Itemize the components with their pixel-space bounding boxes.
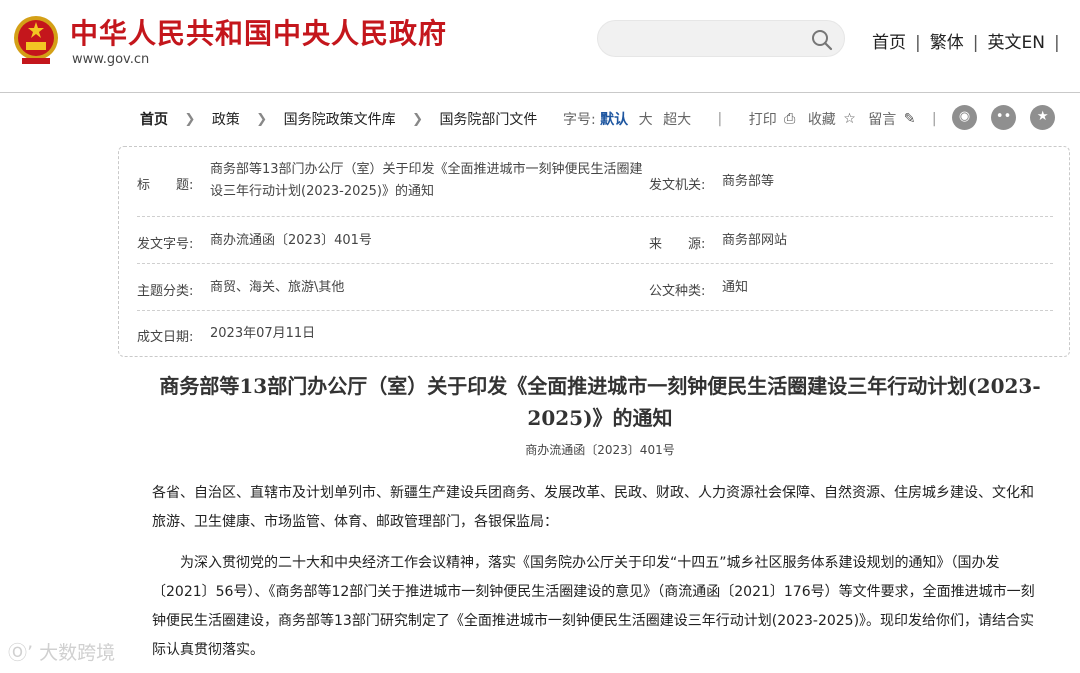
topic-value: 商贸、海关、旅游\其他 xyxy=(210,280,345,295)
breadcrumb-policy-library[interactable]: 国务院政策文件库 xyxy=(284,109,396,129)
watermark: Ⓞ’ 大数跨境 xyxy=(8,642,116,664)
issuer-label: 发文机关: xyxy=(649,178,706,193)
doc-no-label: 发文字号: xyxy=(137,237,194,252)
favorite-button[interactable]: 收藏 xyxy=(808,109,836,129)
comment-button[interactable]: 留言 xyxy=(868,109,896,129)
title-label: 标 题: xyxy=(137,178,194,193)
printer-icon[interactable]: ⎙ xyxy=(784,111,795,127)
wechat-icon[interactable]: •• xyxy=(991,105,1017,130)
info-row-topic: 主题分类: 商贸、海关、旅游\其他 公文种类: 通知 xyxy=(137,264,1053,311)
chevron-right-icon: ❯ xyxy=(184,111,196,127)
search-box[interactable] xyxy=(597,20,845,57)
watermark-text: 大数跨境 xyxy=(39,642,116,664)
font-size-label: 字号: xyxy=(563,112,596,128)
source-value: 商务部网站 xyxy=(722,233,788,248)
font-size-default[interactable]: 默认 xyxy=(600,109,628,129)
chevron-right-icon: ❯ xyxy=(412,111,423,127)
topic-label: 主题分类: xyxy=(137,284,194,299)
link-separator: | xyxy=(972,33,979,53)
doc-no-value: 商办流通函〔2023〕401号 xyxy=(210,233,372,248)
english-link[interactable]: 英文EN xyxy=(987,28,1044,53)
home-link[interactable]: 首页 xyxy=(872,28,906,53)
link-separator: | xyxy=(915,33,921,53)
tools-divider: | xyxy=(931,111,937,127)
title-value: 商务部等13部门办公厅（室）关于印发《全面推进城市一刻钟便民生活圈建设三年行动计… xyxy=(210,162,643,199)
type-value: 通知 xyxy=(722,280,749,295)
link-separator: | xyxy=(1053,33,1060,53)
date-value: 2023年07月11日 xyxy=(210,326,316,341)
search-icon[interactable] xyxy=(810,28,834,52)
share-icons: ◉ •• ★ xyxy=(952,105,1064,130)
info-row-title: 标 题: 商务部等13部门办公厅（室）关于印发《全面推进城市一刻钟便民生活圈建设… xyxy=(137,147,1053,217)
info-row-doc-no: 发文字号: 商办流通函〔2023〕401号 来 源: 商务部网站 xyxy=(137,217,1053,264)
star-icon[interactable]: ★ xyxy=(1030,105,1056,130)
article-addressees: 各省、自治区、直辖市及计划单列市、新疆生产建设兵团商务、发展改革、民政、财政、人… xyxy=(152,485,1034,530)
article-doc-number: 商办流通函〔2023〕401号 xyxy=(525,443,675,457)
pencil-icon[interactable]: ✎ xyxy=(904,111,916,127)
breadcrumb-policy[interactable]: 政策 xyxy=(212,109,240,129)
breadcrumb-department-docs[interactable]: 国务院部门文件 xyxy=(439,109,537,129)
weibo-icon[interactable]: ◉ xyxy=(952,105,977,130)
font-size-large[interactable]: 大 xyxy=(639,109,653,129)
site-title[interactable]: 中华人民共和国中央人民政府 xyxy=(70,12,447,52)
top-links: 首页 | 繁体 | 英文EN | xyxy=(872,28,1069,53)
font-size-xlarge[interactable]: 超大 xyxy=(663,109,691,129)
print-button[interactable]: 打印 xyxy=(749,109,777,129)
source-label: 来 源: xyxy=(649,237,706,252)
traditional-chinese-link[interactable]: 繁体 xyxy=(930,28,964,53)
star-outline-icon[interactable]: ☆ xyxy=(843,111,856,127)
tools-divider: | xyxy=(717,111,723,127)
breadcrumb: 首页 ❯ 政策 ❯ 国务院政策文件库 ❯ 国务院部门文件 xyxy=(140,109,537,129)
issuer-value: 商务部等 xyxy=(722,174,775,189)
article-body-paragraph: 为深入贯彻党的二十大和中央经济工作会议精神，落实《国务院办公厅关于印发“十四五”… xyxy=(152,555,1035,658)
search-input[interactable] xyxy=(614,28,804,50)
article-tools: 字号: 默认 大 超大 | 打印 ⎙ 收藏 ☆ 留言 ✎ | xyxy=(563,109,937,129)
site-header: 中华人民共和国中央人民政府 www.gov.cn 首页 | 繁体 | 英文EN | xyxy=(0,0,1080,93)
site-url[interactable]: www.gov.cn xyxy=(72,52,149,67)
type-label: 公文种类: xyxy=(649,284,706,299)
document-info-box: 标 题: 商务部等13部门办公厅（室）关于印发《全面推进城市一刻钟便民生活圈建设… xyxy=(118,146,1070,357)
chevron-right-icon: ❯ xyxy=(256,111,268,127)
info-row-date: 成文日期: 2023年07月11日 xyxy=(137,311,1053,356)
article-title: 商务部等13部门办公厅（室）关于印发《全面推进城市一刻钟便民生活圈建设三年行动计… xyxy=(159,374,1041,430)
national-emblem-icon[interactable] xyxy=(12,12,60,66)
date-label: 成文日期: xyxy=(137,330,194,345)
breadcrumb-home[interactable]: 首页 xyxy=(140,109,168,129)
